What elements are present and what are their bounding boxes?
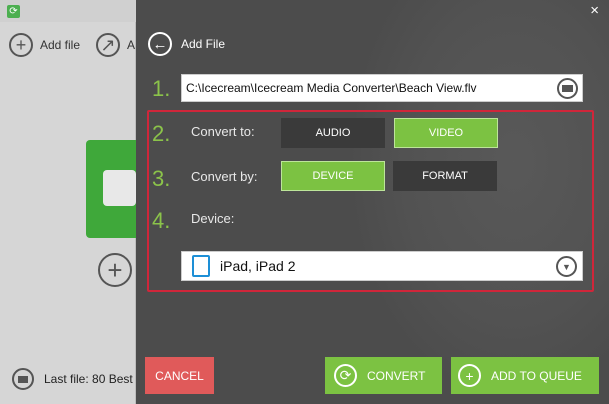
convert-to-label: Convert to: [191, 124, 255, 139]
step-3-number: 3. [152, 166, 171, 191]
audio-option-button[interactable]: AUDIO [281, 118, 385, 148]
app-logo-icon: ⟳ [7, 5, 20, 18]
step-4-number: 4. [152, 208, 171, 233]
tablet-icon [192, 255, 210, 277]
last-file-label: Last file: 80 Best [44, 372, 133, 386]
device-select[interactable]: iPad, iPad 2 ▼ [181, 251, 583, 281]
dialog-title: Add File [181, 37, 226, 51]
browse-folder-icon[interactable] [557, 78, 578, 99]
step-1-number: 1. [152, 76, 171, 101]
video-option-button[interactable]: VIDEO [394, 118, 498, 148]
plus-circle-icon: + [458, 364, 481, 387]
add-to-queue-label: ADD TO QUEUE [491, 368, 582, 383]
file-path-value: C:\Icecream\Icecream Media Converter\Bea… [186, 81, 477, 95]
toolbar-item-second-label: A [127, 38, 136, 52]
cancel-label: CANCEL [155, 368, 204, 383]
add-file-label: Add file [40, 38, 81, 52]
add-file-icon: + [9, 33, 33, 57]
refresh-icon: ⟳ [334, 364, 357, 387]
share-icon: ↗ [96, 33, 120, 57]
add-file-button[interactable]: + Add file [9, 33, 80, 57]
device-value: iPad, iPad 2 [220, 258, 296, 274]
background-app-window: ⟳ + Add file ↗ A + Last file: 80 Best [0, 0, 136, 404]
cancel-button[interactable]: CANCEL [145, 357, 214, 394]
device-option-button[interactable]: DEVICE [281, 161, 385, 191]
toolbar-item-second[interactable]: ↗ A [96, 33, 135, 57]
dropdown-icon[interactable]: ▼ [556, 256, 577, 277]
convert-button[interactable]: ⟳ CONVERT [325, 357, 442, 394]
last-file-row[interactable]: Last file: 80 Best [12, 368, 133, 390]
device-label: Device: [191, 211, 235, 226]
convert-label: CONVERT [367, 368, 426, 383]
step-2-number: 2. [152, 121, 171, 146]
convert-by-label: Convert by: [191, 169, 258, 184]
plus-icon[interactable]: + [98, 253, 132, 287]
add-to-queue-button[interactable]: + ADD TO QUEUE [451, 357, 599, 394]
format-option-button[interactable]: FORMAT [393, 161, 497, 191]
file-path-field[interactable]: C:\Icecream\Icecream Media Converter\Bea… [181, 74, 583, 102]
close-icon[interactable]: × [590, 3, 599, 18]
background-titlebar: ⟳ [0, 0, 136, 22]
add-file-dialog: × ← Add File 1. C:\Icecream\Icecream Med… [136, 0, 609, 404]
back-arrow-icon: ← [148, 32, 172, 56]
back-button[interactable]: ← Add File [148, 32, 225, 56]
folder-icon [12, 368, 34, 390]
background-thumbnail-icon [103, 170, 136, 206]
